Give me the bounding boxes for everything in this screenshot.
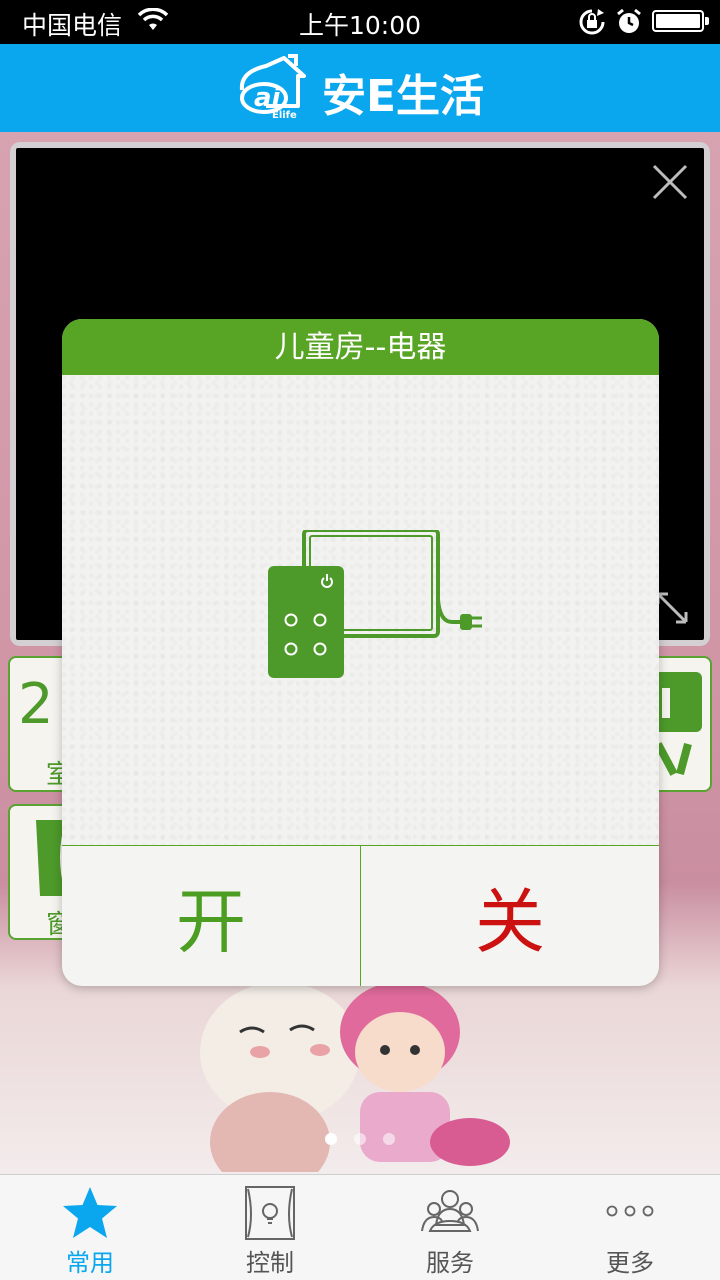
dialog-body	[62, 375, 659, 845]
tab-common[interactable]: 常用	[0, 1175, 180, 1280]
power-on-button[interactable]: 开	[62, 846, 361, 986]
logo-text: ai	[254, 83, 282, 113]
tab-label: 服务	[426, 1249, 474, 1277]
bottom-tab-bar: 常用 控制 服务 更多	[0, 1174, 720, 1280]
logo-subtext: Elife	[272, 110, 297, 121]
page-title: 安E生活	[322, 71, 485, 122]
app-header: ai Elife 安E生活	[0, 44, 720, 132]
tab-more[interactable]: 更多	[540, 1175, 720, 1280]
page-indicator	[0, 1130, 720, 1149]
alarm-icon	[617, 8, 641, 33]
temperature-value: 2	[18, 672, 54, 737]
page-dot[interactable]	[324, 1133, 337, 1145]
rotation-lock-icon	[579, 9, 605, 35]
dialog-title: 儿童房--电器	[62, 319, 659, 375]
power-strip-icon	[268, 530, 482, 678]
battery-indicator	[652, 10, 709, 32]
tab-control[interactable]: 控制	[180, 1175, 360, 1280]
app-logo-icon: ai Elife	[239, 54, 306, 121]
close-icon[interactable]	[650, 162, 690, 202]
page-dot[interactable]	[354, 1133, 366, 1145]
battery-fill	[656, 14, 700, 28]
clock: 上午10:00	[298, 11, 422, 40]
power-off-button[interactable]: 关	[361, 846, 659, 986]
star-icon	[63, 1187, 117, 1238]
tab-label: 控制	[246, 1249, 294, 1277]
status-bar: 中国电信 上午10:00	[0, 0, 720, 44]
tab-label: 更多	[606, 1249, 654, 1277]
tab-services[interactable]: 服务	[360, 1175, 540, 1280]
tab-label: 常用	[66, 1249, 114, 1277]
people-icon	[421, 1190, 479, 1232]
dialog-actions: 开 关	[62, 845, 659, 986]
curtain-lamp-icon	[245, 1186, 295, 1240]
device-control-dialog: 儿童房--电器 开 关	[62, 319, 659, 986]
page-dot[interactable]	[383, 1133, 396, 1145]
more-dots-icon	[606, 1205, 654, 1217]
expand-icon[interactable]	[654, 590, 690, 626]
